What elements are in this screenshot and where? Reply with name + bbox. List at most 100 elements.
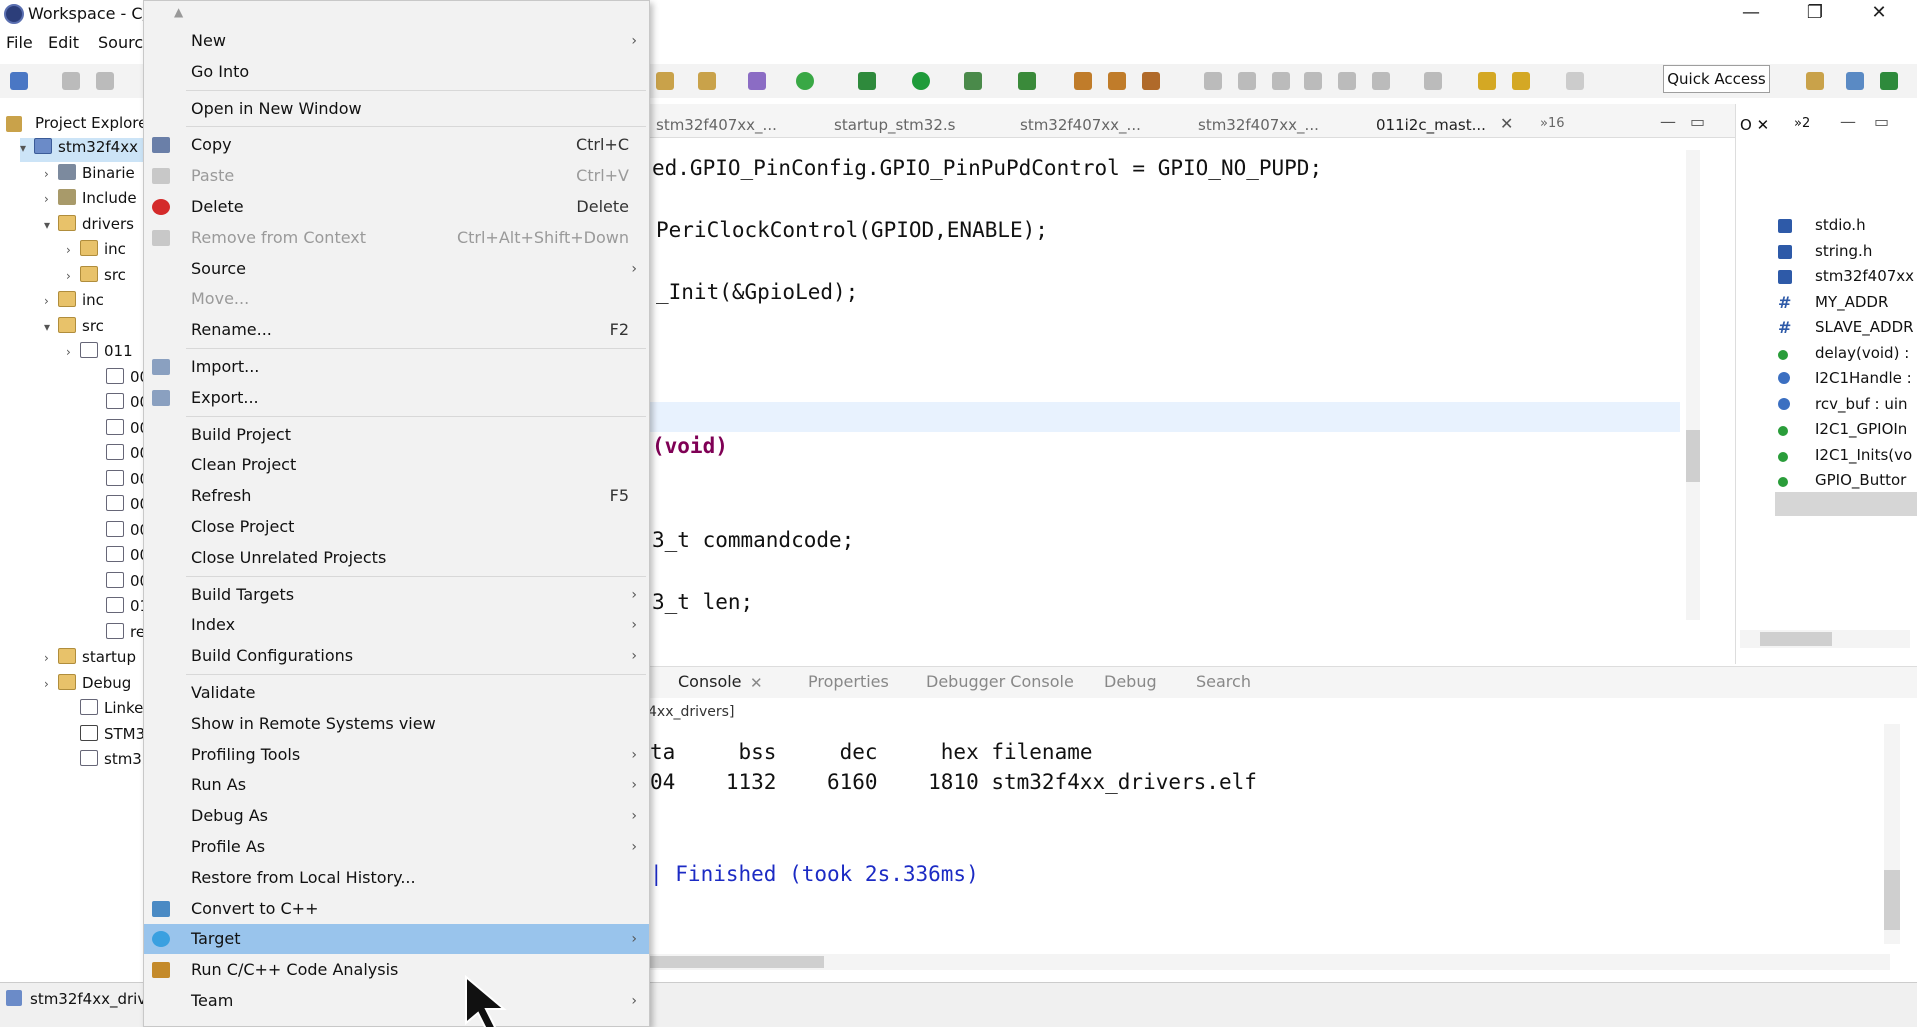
editor-scroll-thumb[interactable]: [1686, 430, 1700, 482]
outline-item[interactable]: MY_ADDR: [1815, 293, 1915, 315]
debug-icon[interactable]: [858, 72, 876, 90]
expand-arrow-icon[interactable]: ›: [66, 345, 80, 359]
next-annotation-icon[interactable]: [1372, 72, 1390, 90]
new-class-icon[interactable]: [748, 72, 766, 90]
menu-item-run-as[interactable]: Run As ›: [144, 770, 649, 800]
editor-tab[interactable]: stm32f407xx_...: [656, 116, 777, 134]
menu-item-debug-as[interactable]: Debug As ›: [144, 801, 649, 831]
menu-item-new[interactable]: New ›: [144, 26, 649, 56]
outline-item[interactable]: string.h: [1815, 242, 1915, 264]
editor-tab-active[interactable]: 011i2c_mast...: [1376, 116, 1486, 134]
tree-item[interactable]: ▾ src: [44, 317, 104, 341]
outline-item[interactable]: I2C1Handle :: [1815, 369, 1915, 391]
expand-arrow-icon[interactable]: ›: [66, 243, 80, 257]
debug-perspective-icon[interactable]: [1880, 72, 1898, 90]
open-perspective-icon[interactable]: [1806, 72, 1824, 90]
collapse-arrow-icon[interactable]: ▾: [44, 218, 58, 232]
menu-item-restore-from-local-history[interactable]: Restore from Local History...: [144, 863, 649, 893]
maximize-editor-icon[interactable]: ▭: [1690, 112, 1705, 131]
open-task-icon[interactable]: [1108, 72, 1126, 90]
menu-item-convert-to-c[interactable]: Convert to C++: [144, 894, 649, 924]
outline-item[interactable]: stdio.h: [1815, 216, 1915, 238]
run-icon[interactable]: [912, 72, 930, 90]
build-icon[interactable]: [656, 72, 674, 90]
menu-item-profile-as[interactable]: Profile As ›: [144, 832, 649, 862]
expand-arrow-icon[interactable]: ›: [44, 192, 58, 206]
maximize-outline-icon[interactable]: ▭: [1874, 112, 1889, 131]
editor-tab[interactable]: stm32f407xx_...: [1020, 116, 1141, 134]
external-tools-icon[interactable]: [964, 72, 982, 90]
menu-item-close-unrelated-projects[interactable]: Close Unrelated Projects: [144, 543, 649, 573]
open-type-icon[interactable]: [1074, 72, 1092, 90]
menu-item-copy[interactable]: Copy Ctrl+C: [144, 130, 649, 160]
menu-item-run-c-c-code-analysis[interactable]: Run C/C++ Code Analysis: [144, 955, 649, 985]
outline-item[interactable]: rcv_buf : uin: [1815, 395, 1915, 417]
editor-tab-overflow[interactable]: »16: [1540, 116, 1565, 131]
debugger-console-tab[interactable]: Debugger Console: [926, 672, 1074, 691]
tree-item[interactable]: › inc: [44, 291, 104, 315]
search-icon[interactable]: [1142, 72, 1160, 90]
whitespace-icon[interactable]: [1304, 72, 1322, 90]
menu-item-profiling-tools[interactable]: Profiling Tools ›: [144, 740, 649, 770]
block-select-icon[interactable]: [1272, 72, 1290, 90]
forward-icon[interactable]: [1566, 72, 1584, 90]
outline-item[interactable]: stm32f407xx.: [1815, 267, 1915, 289]
editor-vertical-scrollbar[interactable]: [1686, 150, 1700, 620]
tree-item[interactable]: › Debug: [44, 674, 131, 698]
outline-item[interactable]: delay(void) :: [1815, 344, 1915, 366]
menu-file[interactable]: File: [6, 33, 33, 52]
minimize-button[interactable]: —: [1727, 0, 1775, 28]
console-h-scroll-thumb[interactable]: [650, 956, 824, 968]
menu-item-validate[interactable]: Validate: [144, 678, 649, 708]
menu-item-refresh[interactable]: Refresh F5: [144, 481, 649, 511]
menu-item-import[interactable]: Import...: [144, 352, 649, 382]
toggle-mark-icon[interactable]: [1204, 72, 1222, 90]
menu-edit[interactable]: Edit: [48, 33, 79, 52]
tree-item[interactable]: › src: [66, 266, 126, 290]
configure-icon[interactable]: [698, 72, 716, 90]
menu-item-target[interactable]: Target ›: [144, 924, 649, 955]
project-explorer-tab[interactable]: Project Explore: [35, 114, 147, 132]
menu-item-rename[interactable]: Rename... F2: [144, 315, 649, 345]
tree-item[interactable]: ▾ drivers: [44, 215, 134, 239]
menu-item-delete[interactable]: Delete Delete: [144, 192, 649, 222]
menu-source[interactable]: Sourc: [98, 33, 143, 52]
search-tab[interactable]: Search: [1196, 672, 1251, 691]
tree-item[interactable]: › Binarie: [44, 164, 135, 188]
menu-item-build-configurations[interactable]: Build Configurations ›: [144, 641, 649, 671]
cpp-perspective-icon[interactable]: [1846, 72, 1864, 90]
outline-item[interactable]: GPIO_Buttor: [1815, 471, 1915, 493]
menu-item-build-project[interactable]: Build Project: [144, 420, 649, 450]
menu-item-show-in-remote-systems-view[interactable]: Show in Remote Systems view: [144, 709, 649, 739]
expand-arrow-icon[interactable]: ›: [66, 269, 80, 283]
outline-overflow[interactable]: »2: [1794, 116, 1810, 131]
outline-item[interactable]: SLAVE_ADDR: [1815, 318, 1915, 340]
expand-arrow-icon[interactable]: ›: [44, 677, 58, 691]
coverage-icon[interactable]: [1018, 72, 1036, 90]
close-tab-icon[interactable]: ✕: [1500, 114, 1513, 133]
properties-tab[interactable]: Properties: [808, 672, 889, 691]
close-button[interactable]: ✕: [1855, 0, 1903, 28]
annotation-icon[interactable]: [1238, 72, 1256, 90]
save-icon[interactable]: [62, 72, 80, 90]
tree-item[interactable]: › 011: [66, 342, 133, 366]
menu-item-clean-project[interactable]: Clean Project: [144, 450, 649, 480]
expand-arrow-icon[interactable]: ›: [44, 651, 58, 665]
save-all-icon[interactable]: [96, 72, 114, 90]
editor-tab[interactable]: stm32f407xx_...: [1198, 116, 1319, 134]
console-tab[interactable]: Console: [678, 672, 742, 691]
scroll-up-icon[interactable]: ▲: [174, 5, 183, 19]
editor-tab[interactable]: startup_stm32.s: [834, 116, 955, 134]
debug-tab[interactable]: Debug: [1104, 672, 1157, 691]
close-console-icon[interactable]: ✕: [750, 674, 763, 692]
minimize-editor-icon[interactable]: —: [1660, 112, 1676, 131]
minimize-outline-icon[interactable]: —: [1840, 112, 1856, 131]
tree-item[interactable]: › startup: [44, 648, 136, 672]
tree-item[interactable]: › Include: [44, 189, 137, 213]
outline-item[interactable]: I2C1_GPIOIn: [1815, 420, 1915, 442]
tree-item[interactable]: › inc: [66, 240, 126, 264]
collapse-arrow-icon[interactable]: ▾: [44, 320, 58, 334]
outline-item[interactable]: I2C1_Inits(vo: [1815, 446, 1915, 468]
prev-annotation-icon[interactable]: [1424, 72, 1442, 90]
maximize-button[interactable]: ❐: [1791, 0, 1839, 28]
